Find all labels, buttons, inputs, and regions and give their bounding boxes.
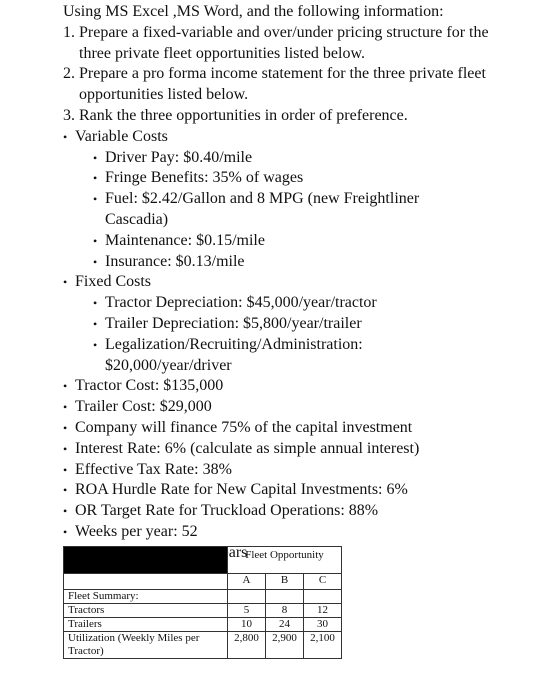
item-text: Fringe Benefits: 35% of wages [105, 169, 304, 187]
bullet-icon: • [63, 504, 68, 519]
table-row: Utilization (Weekly Miles per Tractor) 2… [63, 631, 342, 659]
fixed-cost-item: • Trailer Depreciation: $5,800/year/trai… [63, 314, 533, 335]
fixed-cost-item: • Tractor Depreciation: $45,000/year/tra… [63, 293, 533, 314]
parameter-item: • Interest Rate: 6% (calculate as simple… [63, 439, 533, 460]
empty-cell [265, 589, 304, 604]
bullet-icon: • [63, 524, 68, 539]
cell-value: 10 [227, 617, 266, 632]
column-header-b: B [265, 573, 304, 590]
assignment-document: Using MS Excel ,MS Word, and the followi… [63, 2, 533, 564]
bullet-icon: • [63, 400, 68, 415]
bullet-icon: • [63, 462, 68, 477]
empty-cell [227, 589, 266, 604]
item-text: Company will finance 75% of the capital … [75, 418, 413, 436]
variable-costs-heading: • Variable Costs [63, 127, 533, 148]
column-header-a: A [227, 573, 266, 590]
section-row: Fleet Summary: [63, 589, 342, 604]
task-text: Prepare a pro forma income statement for… [79, 65, 486, 104]
cell-value: 12 [303, 603, 342, 618]
bullet-icon: • [93, 337, 98, 352]
row-label: Trailers [63, 617, 228, 632]
fixed-cost-item: • Legalization/Recruiting/Administration… [63, 335, 533, 377]
item-text: Driver Pay: $0.40/mile [105, 148, 253, 166]
item-text: Effective Tax Rate: 38% [75, 460, 232, 478]
item-text: OR Target Rate for Truckload Operations:… [75, 502, 379, 520]
item-text: Legalization/Recruiting/Administration: … [105, 335, 363, 374]
bullet-icon: • [93, 316, 98, 331]
parameter-item: • Tractor Cost: $135,000 [63, 376, 533, 397]
item-text: Weeks per year: 52 [75, 522, 198, 540]
item-text: Trailer Cost: $29,000 [75, 398, 212, 416]
section-label: Variable Costs [75, 127, 168, 145]
empty-cell [63, 573, 228, 590]
table-header-row: Fleet Opportunity [63, 546, 342, 574]
parameter-item: • Weeks per year: 52 [63, 522, 533, 543]
cell-value: 5 [227, 603, 266, 618]
bullet-icon: • [63, 275, 68, 290]
task-item: 1. Prepare a fixed-variable and over/und… [63, 23, 533, 65]
task-number: 1. [63, 23, 75, 41]
parameter-item: • OR Target Rate for Truckload Operation… [63, 501, 533, 522]
task-text: Rank the three opportunities in order of… [79, 106, 408, 124]
parameter-item: • ROA Hurdle Rate for New Capital Invest… [63, 480, 533, 501]
section-label: Fixed Costs [75, 273, 152, 291]
cell-value: 24 [265, 617, 304, 632]
variable-cost-item: • Maintenance: $0.15/mile [63, 231, 533, 252]
bullet-icon: • [93, 171, 98, 186]
bullet-icon: • [93, 192, 98, 207]
cell-value: 30 [303, 617, 342, 632]
bullet-icon: • [63, 129, 68, 144]
empty-cell [303, 589, 342, 604]
bullet-icon: • [93, 254, 98, 269]
item-text: Tractor Depreciation: $45,000/year/tract… [105, 294, 377, 312]
bullet-icon: • [93, 296, 98, 311]
task-text: Prepare a fixed-variable and over/under … [79, 23, 489, 62]
bullet-icon: • [63, 441, 68, 456]
parameter-item: • Effective Tax Rate: 38% [63, 460, 533, 481]
row-label: Utilization (Weekly Miles per Tractor) [63, 631, 228, 659]
variable-cost-item: • Fuel: $2.42/Gallon and 8 MPG (new Frei… [63, 189, 533, 231]
parameter-item: • Company will finance 75% of the capita… [63, 418, 533, 439]
task-item: 2. Prepare a pro forma income statement … [63, 64, 533, 106]
cell-value: 2,100 [303, 631, 342, 659]
intro-text: Using MS Excel ,MS Word, and the followi… [63, 3, 444, 20]
item-text: Insurance: $0.13/mile [105, 252, 245, 270]
item-text: Fuel: $2.42/Gallon and 8 MPG (new Freigh… [105, 190, 420, 228]
variable-cost-item: • Insurance: $0.13/mile [63, 252, 533, 273]
task-number: 3. [63, 106, 75, 124]
variable-cost-item: • Fringe Benefits: 35% of wages [63, 168, 533, 189]
item-text: Tractor Cost: $135,000 [75, 377, 224, 395]
section-label: Fleet Summary: [63, 589, 228, 604]
bullet-icon: • [63, 420, 68, 435]
item-text: ROA Hurdle Rate for New Capital Investme… [75, 481, 408, 499]
table-row: Trailers 10 24 30 [63, 617, 342, 632]
bullet-icon: • [63, 483, 68, 498]
cell-value: 8 [265, 603, 304, 618]
fleet-opportunity-table: Fleet Opportunity A B C Fleet Summary: T… [63, 546, 342, 659]
item-text: Trailer Depreciation: $5,800/year/traile… [105, 314, 362, 332]
column-header-row: A B C [63, 573, 342, 590]
column-header-c: C [303, 573, 342, 590]
task-item: 3. Rank the three opportunities in order… [63, 106, 533, 127]
cell-value: 2,800 [227, 631, 266, 659]
fleet-opportunity-header: Fleet Opportunity [227, 546, 342, 574]
bullet-icon: • [93, 233, 98, 248]
bullet-icon: • [63, 379, 68, 394]
fixed-costs-heading: • Fixed Costs [63, 272, 533, 293]
variable-cost-item: • Driver Pay: $0.40/mile [63, 148, 533, 169]
parameter-item: • Trailer Cost: $29,000 [63, 397, 533, 418]
task-number: 2. [63, 65, 75, 83]
row-label: Tractors [63, 603, 228, 618]
black-header-cell [63, 546, 228, 574]
item-text: Maintenance: $0.15/mile [105, 231, 265, 249]
item-text: Interest Rate: 6% (calculate as simple a… [75, 439, 420, 457]
table-row: Tractors 5 8 12 [63, 603, 342, 618]
bullet-icon: • [93, 150, 98, 165]
cell-value: 2,900 [265, 631, 304, 659]
